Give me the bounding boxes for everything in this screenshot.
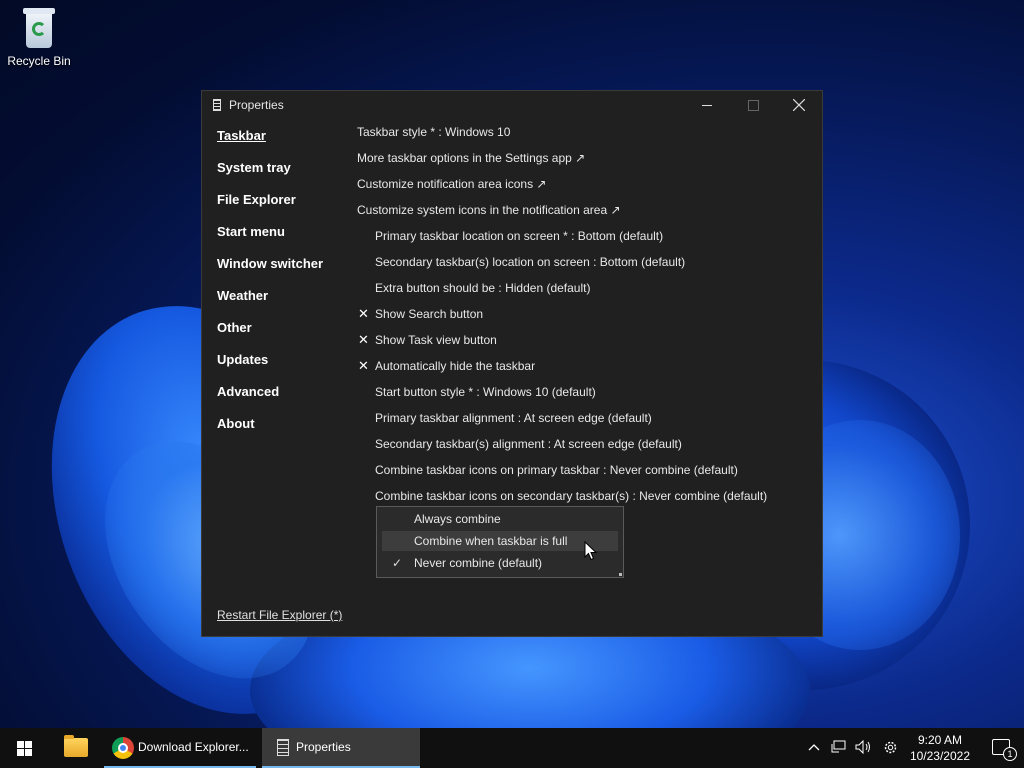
taskbar-app-properties[interactable]: Properties — [262, 728, 420, 768]
recycle-bin-icon — [21, 6, 57, 50]
properties-icon — [213, 99, 221, 111]
volume-icon[interactable] — [854, 740, 872, 754]
toggle-auto-hide[interactable]: ✕ Automatically hide the taskbar — [357, 357, 807, 383]
taskbar-clock[interactable]: 9:20 AM 10/23/2022 — [910, 732, 970, 764]
resize-grip — [619, 573, 622, 576]
desktop-icon-recycle-bin[interactable]: Recycle Bin — [4, 6, 74, 68]
taskbar-app-label: Download Explorer... — [138, 740, 249, 754]
link-more-taskbar-options[interactable]: More taskbar options in the Settings app… — [357, 149, 807, 175]
nav-item-updates[interactable]: Updates — [217, 351, 323, 383]
close-button[interactable] — [776, 91, 822, 119]
start-button[interactable] — [0, 728, 48, 768]
dropdown-option-combine-when-full[interactable]: Combine when taskbar is full — [382, 531, 618, 551]
x-mark-icon: ✕ — [358, 306, 369, 321]
gear-icon[interactable] — [882, 739, 899, 756]
setting-combine-primary[interactable]: Combine taskbar icons on primary taskbar… — [357, 461, 807, 487]
recycle-bin-label: Recycle Bin — [7, 54, 71, 68]
toggle-show-task-view[interactable]: ✕ Show Task view button — [357, 331, 807, 357]
nav-item-system-tray[interactable]: System tray — [217, 159, 323, 191]
link-system-icons[interactable]: Customize system icons in the notificati… — [357, 201, 807, 227]
taskbar-app-chrome[interactable]: Download Explorer... — [104, 728, 256, 768]
chevron-up-icon[interactable] — [808, 743, 820, 751]
nav-item-taskbar[interactable]: Taskbar — [217, 127, 323, 159]
clock-date: 10/23/2022 — [909, 749, 970, 763]
notification-count-badge: 1 — [1003, 747, 1017, 761]
clock-time: 9:20 AM — [917, 733, 962, 747]
x-mark-icon: ✕ — [358, 358, 369, 373]
nav-item-start-menu[interactable]: Start menu — [217, 223, 323, 255]
nav-item-weather[interactable]: Weather — [217, 287, 323, 319]
window-title: Properties — [229, 98, 284, 112]
setting-secondary-location[interactable]: Secondary taskbar(s) location on screen … — [357, 253, 807, 279]
option-label: Never combine (default) — [414, 556, 543, 570]
nav-item-other[interactable]: Other — [217, 319, 323, 351]
nav-item-about[interactable]: About — [217, 415, 323, 447]
chrome-icon — [112, 737, 134, 759]
settings-nav: Taskbar System tray File Explorer Start … — [217, 127, 323, 447]
x-mark-icon: ✕ — [358, 332, 369, 347]
toggle-label: Automatically hide the taskbar — [375, 359, 536, 373]
nav-item-window-switcher[interactable]: Window switcher — [217, 255, 323, 287]
settings-list: Taskbar style * : Windows 10 More taskba… — [357, 123, 807, 513]
setting-primary-location[interactable]: Primary taskbar location on screen * : B… — [357, 227, 807, 253]
properties-icon — [277, 739, 289, 756]
dropdown-option-never-combine[interactable]: ✓ Never combine (default) — [382, 553, 618, 573]
toggle-label: Show Search button — [375, 307, 484, 321]
toggle-label: Show Task view button — [375, 333, 497, 347]
nav-item-advanced[interactable]: Advanced — [217, 383, 323, 415]
setting-taskbar-style[interactable]: Taskbar style * : Windows 10 — [357, 123, 807, 149]
properties-window: Properties Taskbar System tray File Expl… — [201, 90, 823, 637]
network-icon[interactable] — [831, 740, 847, 754]
setting-extra-button[interactable]: Extra button should be : Hidden (default… — [357, 279, 807, 305]
taskbar-app-label: Properties — [296, 740, 351, 754]
checkmark-icon: ✓ — [392, 556, 403, 570]
nav-item-file-explorer[interactable]: File Explorer — [217, 191, 323, 223]
minimize-button[interactable] — [684, 91, 730, 119]
taskbar: Download Explorer... Properties 9:20 AM … — [0, 728, 1024, 768]
mouse-cursor-icon — [584, 541, 598, 561]
restart-file-explorer-link[interactable]: Restart File Explorer (*) — [217, 608, 342, 622]
taskbar-app-file-explorer[interactable] — [54, 728, 98, 768]
title-bar[interactable]: Properties — [202, 91, 822, 119]
maximize-button[interactable] — [730, 91, 776, 119]
folder-icon — [64, 735, 88, 757]
setting-primary-alignment[interactable]: Primary taskbar alignment : At screen ed… — [357, 409, 807, 435]
windows-logo-icon — [17, 741, 32, 756]
dropdown-option-always-combine[interactable]: Always combine — [382, 509, 618, 529]
toggle-show-search[interactable]: ✕ Show Search button — [357, 305, 807, 331]
notification-center-button[interactable]: 1 — [992, 739, 1017, 761]
close-icon — [793, 99, 805, 111]
setting-start-button-style[interactable]: Start button style * : Windows 10 (defau… — [357, 383, 807, 409]
setting-secondary-alignment[interactable]: Secondary taskbar(s) alignment : At scre… — [357, 435, 807, 461]
link-notification-area-icons[interactable]: Customize notification area icons ↗ — [357, 175, 807, 201]
system-tray — [806, 728, 906, 768]
